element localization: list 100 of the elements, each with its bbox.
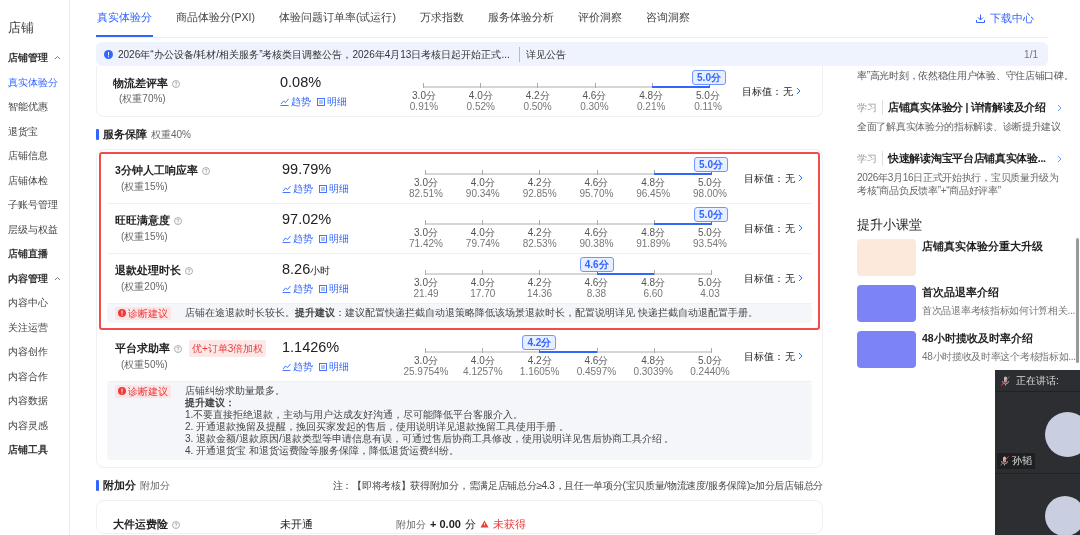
target-label: 目标值：	[744, 271, 784, 286]
sidebar-item[interactable]: 层级与权益	[8, 221, 58, 237]
sidebar-item[interactable]: 内容数据	[8, 393, 48, 409]
trend-link[interactable]: 趋势	[282, 359, 313, 375]
course-description: 首次品退率考核指标如何计算相关...	[922, 303, 1075, 318]
sidebar-group[interactable]: 内容管理	[8, 270, 48, 286]
metric-weight: (权重70%)	[118, 92, 167, 107]
tick-label: 4.8分	[640, 355, 667, 367]
trend-icon	[282, 284, 291, 293]
tick-label: 4.0分	[469, 227, 496, 239]
detail-link[interactable]: 明细	[319, 281, 349, 297]
course-thumbnail[interactable]	[857, 285, 916, 322]
tick-value: 0.30%	[579, 101, 610, 112]
chevron-icon[interactable]	[54, 55, 61, 61]
tick-value: 8.38	[585, 288, 608, 300]
trend-link[interactable]: 趋势	[282, 181, 313, 197]
text-link[interactable]: 退货宝	[216, 444, 247, 456]
detail-link[interactable]: 明细	[319, 181, 349, 197]
tick-label: 4.0分	[469, 355, 496, 367]
text-link[interactable]: 退款挽留工具使用手册	[456, 420, 557, 432]
tab[interactable]: 万求指数	[418, 0, 465, 37]
target-label: 目标值：	[744, 171, 784, 186]
target-label: 目标值：	[744, 221, 784, 236]
sidebar-item[interactable]: 内容创作	[8, 344, 48, 360]
avatar	[1045, 412, 1080, 457]
article-title[interactable]: 店铺真实体验分 | 详情解读及介绍	[888, 100, 1046, 116]
section-subtitle: 附加分	[140, 479, 170, 494]
text-link[interactable]: 售后协商工具介绍	[581, 432, 662, 444]
section-marker	[96, 480, 99, 492]
trend-link[interactable]: 趋势	[280, 94, 311, 110]
course-thumbnail[interactable]	[857, 239, 916, 276]
notice-link[interactable]: 详见公告	[518, 46, 566, 62]
target-link[interactable]: 无	[785, 170, 803, 186]
target-link[interactable]: 无	[785, 348, 803, 364]
chevron-right-icon	[798, 352, 803, 361]
download-button[interactable]: 下载中心	[962, 0, 1048, 37]
tick-label: 4.6分	[583, 355, 610, 367]
avatar	[1045, 496, 1080, 535]
sidebar-item[interactable]: 智能优惠	[8, 99, 48, 115]
sidebar-item[interactable]: 子账号管理	[8, 197, 58, 213]
trend-icon	[282, 362, 291, 371]
course-thumbnail[interactable]	[857, 331, 916, 368]
tab[interactable]: 服务体验分析	[486, 0, 555, 37]
notice-pager: 1/1	[1024, 47, 1038, 62]
sidebar-item[interactable]: 真实体验分	[8, 74, 58, 90]
tab[interactable]: 咨询洞察	[644, 0, 691, 37]
metric-name: 旺旺满意度	[115, 212, 170, 228]
metric-value: 1.1426%	[282, 339, 340, 356]
tick-value: 6.60	[642, 288, 664, 300]
sidebar-item[interactable]: 店铺体检	[8, 172, 48, 188]
article-text: 率”高光时刻，依然稳住用户体验、守住店铺口碑。	[857, 70, 1075, 82]
metric-value: 99.79%	[282, 161, 332, 178]
tab[interactable]: 评价洞察	[576, 0, 623, 37]
sidebar-item[interactable]: 店铺信息	[8, 148, 48, 164]
tick-label: 5.0分	[697, 277, 723, 289]
metric-weight: (权重15%)	[120, 229, 169, 244]
text-link[interactable]: 快递拦截自动退策略	[385, 306, 475, 318]
target-link[interactable]: 无	[785, 270, 803, 286]
metric-name: 物流差评率	[113, 75, 168, 91]
section-title: 附加分	[103, 477, 136, 493]
chevron-right-icon[interactable]	[1057, 103, 1062, 112]
tab[interactable]: 商品体验分(PXI)	[175, 0, 256, 37]
sidebar-item[interactable]: 内容合作	[8, 368, 48, 384]
target-link[interactable]: 无	[785, 220, 803, 236]
course-description: 48小时揽收及时率这个考核指标如...	[922, 349, 1076, 364]
diagnosis-text: 3. 退款金额/退款原因/退款类型等申请信息有误，可通过售后协商工具修改，使用说明详见售后协商工具介绍 。	[185, 432, 675, 445]
sidebar-item[interactable]: 关注运营	[8, 319, 48, 335]
sidebar-group[interactable]: 店铺直播	[8, 246, 48, 262]
chevron-right-icon[interactable]	[1057, 154, 1062, 163]
scrollbar[interactable]	[1076, 238, 1079, 363]
sidebar-item[interactable]: 退货宝	[8, 123, 38, 139]
text-link[interactable]: 退货运费险	[258, 444, 309, 456]
tick-value: 17.70	[469, 288, 497, 300]
tab[interactable]: 真实体验分	[96, 0, 153, 37]
course-title[interactable]: 48小时揽收及时率介绍	[922, 331, 1033, 347]
text-link[interactable]: 退款挽留及提醒	[216, 420, 287, 432]
sidebar-item[interactable]: 内容灵感	[8, 417, 48, 433]
text-link[interactable]: 快递拦截自动退配置手册	[637, 306, 748, 318]
sidebar-group[interactable]: 店铺管理	[8, 50, 48, 66]
help-icon	[174, 344, 182, 353]
metric-name: 大件运费险	[113, 516, 168, 532]
detail-link[interactable]: 明细	[317, 94, 347, 110]
trend-link[interactable]: 趋势	[282, 281, 313, 297]
sidebar-item[interactable]: 内容中心	[8, 295, 48, 311]
tick-value: 82.53%	[521, 238, 558, 250]
detail-link[interactable]: 明细	[319, 231, 349, 247]
metric-value: 97.02%	[282, 211, 332, 228]
sidebar-title: 店铺	[8, 19, 35, 37]
course-title[interactable]: 首次品退率介绍	[922, 285, 999, 301]
chevron-icon[interactable]	[54, 275, 61, 281]
tab[interactable]: 体验问题订单率(试运行)	[277, 0, 397, 37]
trend-link[interactable]: 趋势	[282, 231, 313, 247]
target-link[interactable]: 无	[783, 83, 801, 99]
list-icon	[319, 234, 327, 243]
sidebar-group[interactable]: 店铺工具	[8, 442, 48, 458]
article-title[interactable]: 快速解读淘宝平台店铺真实体验...	[888, 150, 1046, 167]
course-title[interactable]: 店铺真实体验分重大升级	[922, 239, 1043, 255]
tick-value: 90.38%	[578, 238, 615, 250]
tick-value: 25.9754%	[402, 366, 450, 378]
detail-link[interactable]: 明细	[319, 359, 349, 375]
